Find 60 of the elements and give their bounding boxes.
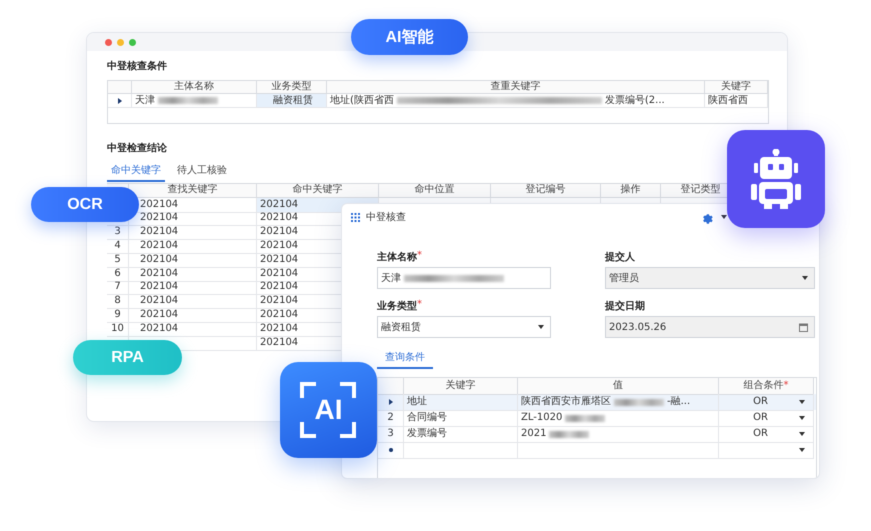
feature-badge: OCR xyxy=(31,187,139,222)
field-label: 提交日期 xyxy=(605,299,645,313)
tab[interactable]: 待人工核验 xyxy=(173,161,231,182)
combo-cell[interactable]: OR xyxy=(719,394,814,411)
column-header: 关键字 xyxy=(446,378,476,393)
field-label: 主体名称 xyxy=(377,250,417,264)
table-cell: 融资租赁 xyxy=(257,94,327,108)
table-cell: 202104 xyxy=(140,281,178,294)
row-number: 6 xyxy=(114,268,121,280)
row-number: 3 xyxy=(114,226,121,238)
column-header: 操作 xyxy=(601,184,661,198)
row-number: 10 xyxy=(111,322,124,335)
tab[interactable]: 查询条件 xyxy=(377,348,433,369)
ai-label: AI xyxy=(314,395,342,425)
select-field[interactable]: 融资租赁 xyxy=(377,316,551,338)
table-cell: 202104 xyxy=(140,212,178,224)
row-number: 4 xyxy=(114,240,121,252)
table-cell: 202104 xyxy=(140,309,178,322)
table-cell: 合同编号 xyxy=(404,410,518,427)
table-cell: 202104 xyxy=(140,322,178,335)
field-label: 业务类型 xyxy=(377,300,417,313)
column-header: 业务类型 xyxy=(257,81,327,94)
section-title: 中登检查结论 xyxy=(107,142,168,156)
table-cell: 202104 xyxy=(140,268,178,280)
tab[interactable]: 命中关键字 xyxy=(107,161,165,182)
table-cell: 202104 xyxy=(140,198,178,211)
section-title: 中登核查条件 xyxy=(107,60,168,74)
table-cell: 地址 xyxy=(404,394,518,411)
table-cell: 陕西省西 xyxy=(705,94,768,108)
row-number: 9 xyxy=(114,309,121,322)
table-cell: 发票编号 xyxy=(404,426,518,443)
feature-badge: RPA xyxy=(73,340,182,375)
row-number: 3 xyxy=(387,427,394,441)
input-field[interactable]: 天津 xyxy=(377,267,551,289)
table-cell-text: 陕西省西安市雁塔区 xyxy=(521,394,611,409)
combo-cell[interactable]: OR xyxy=(719,426,814,443)
column-header: 值 xyxy=(613,379,623,393)
row-number: 8 xyxy=(114,295,121,308)
feature-badge: AI智能 xyxy=(351,19,468,55)
table-cell-text: 2021 xyxy=(521,427,546,441)
combo-cell[interactable]: OR xyxy=(719,410,814,427)
required-mark: * xyxy=(784,379,788,393)
table-cell: 202104 xyxy=(140,254,178,266)
row-number: 2 xyxy=(387,411,394,425)
table-cell: 地址(陕西省西 xyxy=(330,94,394,106)
required-mark: * xyxy=(417,299,422,312)
required-mark: * xyxy=(417,250,422,263)
table-cell-text: ZL-1020 xyxy=(521,411,562,425)
column-header: 登记编号 xyxy=(491,184,601,198)
table-cell-text: -融... xyxy=(667,394,690,409)
column-header: 命中位置 xyxy=(379,184,491,198)
table-cell: 天津 xyxy=(135,94,155,106)
table-cell: 202104 xyxy=(140,240,178,252)
field-label: 提交人 xyxy=(605,250,635,264)
row-number: 5 xyxy=(114,254,121,266)
table-cell: 发票编号(2... xyxy=(604,94,665,106)
row-number: 7 xyxy=(114,281,121,294)
column-header: 组合条件 xyxy=(744,379,784,393)
table-cell: 202104 xyxy=(140,295,178,308)
table-cell: 202104 xyxy=(140,226,178,238)
